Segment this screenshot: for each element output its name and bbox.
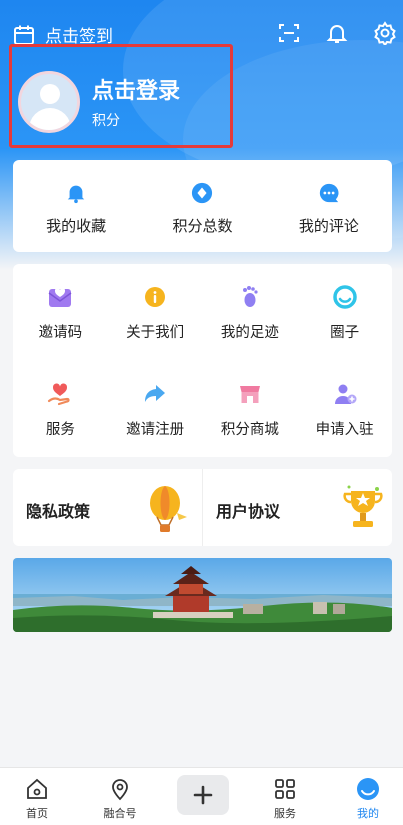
login-title[interactable]: 点击登录: [92, 73, 180, 105]
home-icon: [27, 778, 47, 799]
tab-label: 服务: [274, 807, 296, 820]
grid-item-points-mall[interactable]: 积分商城: [203, 381, 298, 439]
grid-item-invite-code[interactable]: 邀请码: [13, 284, 108, 342]
tab-label: 融合号: [103, 807, 137, 820]
scan-icon[interactable]: [277, 21, 301, 45]
promo-card: 隐私政策 用户协议: [13, 469, 392, 546]
grid-label: 邀请码: [38, 325, 83, 341]
diamond-icon: [192, 182, 213, 204]
balloon-icon: [150, 486, 187, 532]
circle-icon: [332, 285, 357, 309]
stat-points[interactable]: 积分总数: [139, 160, 265, 252]
plus-icon: [193, 785, 213, 805]
tab-home[interactable]: 首页: [0, 768, 77, 825]
grid-item-footprints[interactable]: 我的足迹: [203, 284, 298, 342]
stats-card: 我的收藏 积分总数 我的评论: [13, 160, 392, 252]
user-add-icon: [334, 384, 357, 404]
grid-item-invite-register[interactable]: 邀请注册: [108, 381, 203, 439]
bottom-tab-bar: 首页 融合号 服务 我的: [0, 767, 403, 825]
tab-label: 首页: [26, 807, 48, 820]
grid-label: 积分商城: [220, 422, 279, 438]
points-label: 积分: [92, 113, 120, 129]
tab-service[interactable]: 服务: [245, 768, 325, 825]
grid-label: 服务: [45, 422, 75, 438]
stat-comments[interactable]: 我的评论: [266, 160, 392, 252]
trophy-icon: [343, 485, 383, 527]
tab-mine[interactable]: 我的: [328, 768, 403, 825]
notification-bell-icon[interactable]: [325, 21, 349, 45]
info-icon: [145, 287, 166, 307]
grid-label: 申请入驻: [315, 422, 374, 438]
share-arrow-icon: [145, 385, 166, 402]
calendar-icon: [12, 23, 36, 47]
stat-favorites[interactable]: 我的收藏: [13, 160, 139, 252]
grid-item-apply-join[interactable]: 申请入驻: [297, 381, 392, 439]
grid-item-service[interactable]: 服务: [13, 381, 108, 439]
grid-icon: [275, 779, 295, 799]
heart-hand-icon: [48, 383, 70, 406]
landmark-pavilion-photo: [13, 558, 392, 632]
promo-label: 用户协议: [216, 502, 281, 521]
grid-label: 邀请注册: [126, 422, 185, 438]
heart-mail-icon: [48, 287, 72, 307]
stat-label: 我的收藏: [46, 217, 107, 235]
grid-label: 我的足迹: [220, 325, 279, 341]
promo-label: 隐私政策: [26, 502, 91, 521]
grid-label: 关于我们: [126, 325, 185, 341]
settings-gear-icon[interactable]: [373, 21, 397, 47]
tab-fusion[interactable]: 融合号: [80, 768, 160, 825]
grid-label: 圈子: [330, 325, 360, 341]
avatar[interactable]: [18, 71, 80, 133]
tab-label: 我的: [357, 807, 379, 820]
features-grid: 邀请码 关于我们 我的足迹 圈子 服务 邀请注册 积分商城 申请入驻: [13, 264, 392, 457]
comment-icon: [319, 183, 339, 203]
tab-add[interactable]: [177, 775, 229, 815]
grid-item-circle[interactable]: 圈子: [297, 284, 392, 342]
profile-icon: [357, 778, 379, 800]
bell-icon: [67, 185, 85, 204]
privacy-policy-button[interactable]: 隐私政策: [13, 469, 202, 546]
login-area[interactable]: 点击登录 积分: [9, 44, 233, 148]
stat-label: 我的评论: [298, 217, 359, 235]
user-agreement-button[interactable]: 用户协议: [203, 469, 392, 546]
banner-image[interactable]: [13, 558, 392, 632]
stat-label: 积分总数: [172, 217, 233, 235]
footprint-icon: [242, 286, 258, 307]
shop-icon: [239, 386, 260, 403]
grid-item-about-us[interactable]: 关于我们: [108, 284, 203, 342]
location-icon: [112, 779, 128, 801]
